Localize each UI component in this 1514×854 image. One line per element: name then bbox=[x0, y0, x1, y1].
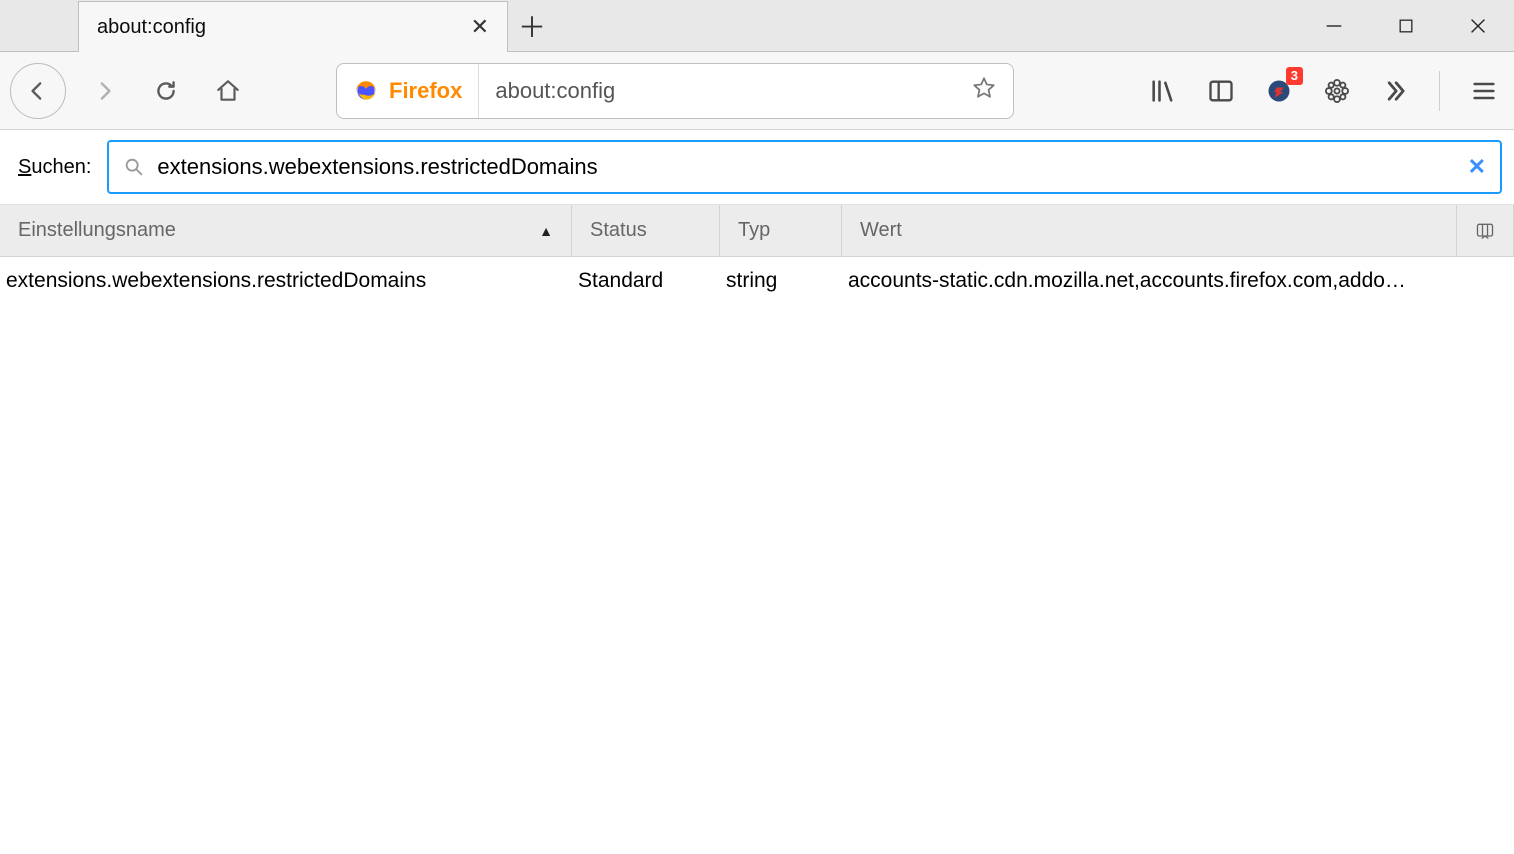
browser-toolbar: Firefox 3 bbox=[0, 52, 1514, 130]
toolbar-separator bbox=[1439, 71, 1440, 111]
identity-label: Firefox bbox=[389, 78, 462, 104]
search-label: Suchen: bbox=[18, 156, 91, 179]
col-header-value[interactable]: Wert bbox=[842, 205, 1456, 256]
tab-spacer bbox=[0, 0, 78, 51]
overflow-icon[interactable] bbox=[1375, 71, 1415, 111]
tab-title: about:config bbox=[97, 16, 459, 39]
sidebar-icon[interactable] bbox=[1201, 71, 1241, 111]
column-picker-icon[interactable] bbox=[1456, 205, 1514, 256]
config-search-input[interactable] bbox=[157, 154, 1455, 180]
config-searchbox[interactable]: ✕ bbox=[107, 140, 1502, 194]
new-tab-button[interactable]: ＋ bbox=[508, 0, 556, 51]
url-input[interactable] bbox=[479, 78, 955, 104]
identity-box[interactable]: Firefox bbox=[337, 64, 479, 118]
tab-strip: about:config ✕ ＋ bbox=[0, 0, 1514, 52]
window-minimize-button[interactable] bbox=[1298, 0, 1370, 52]
col-header-type[interactable]: Typ bbox=[720, 205, 842, 256]
browser-tab-active[interactable]: about:config ✕ bbox=[78, 1, 508, 52]
library-icon[interactable] bbox=[1143, 71, 1183, 111]
hamburger-menu-icon[interactable] bbox=[1464, 71, 1504, 111]
config-pref-status: Standard bbox=[572, 269, 720, 293]
bookmark-star-icon[interactable] bbox=[955, 75, 1013, 106]
extension-noscript-icon[interactable]: 3 bbox=[1259, 71, 1299, 111]
toolbar-right: 3 bbox=[1143, 71, 1504, 111]
sort-asc-icon: ▲ bbox=[539, 223, 553, 239]
reload-button[interactable] bbox=[142, 67, 190, 115]
firefox-icon bbox=[353, 78, 379, 104]
extension-flower-icon[interactable] bbox=[1317, 71, 1357, 111]
extension-badge: 3 bbox=[1286, 67, 1303, 85]
col-header-name[interactable]: Einstellungsname ▲ bbox=[0, 205, 572, 256]
config-table-header: Einstellungsname ▲ Status Typ Wert bbox=[0, 205, 1514, 257]
home-button[interactable] bbox=[204, 67, 252, 115]
url-bar[interactable]: Firefox bbox=[336, 63, 1014, 119]
config-table: Einstellungsname ▲ Status Typ Wert exten… bbox=[0, 205, 1514, 305]
config-pref-type: string bbox=[720, 269, 842, 293]
col-header-status[interactable]: Status bbox=[572, 205, 720, 256]
config-row[interactable]: extensions.webextensions.restrictedDomai… bbox=[0, 257, 1514, 305]
config-pref-name: extensions.webextensions.restrictedDomai… bbox=[0, 269, 572, 293]
window-close-button[interactable] bbox=[1442, 0, 1514, 52]
window-maximize-button[interactable] bbox=[1370, 0, 1442, 52]
config-pref-value: accounts-static.cdn.mozilla.net,accounts… bbox=[842, 269, 1514, 293]
clear-search-icon[interactable]: ✕ bbox=[1468, 154, 1486, 180]
forward-button bbox=[80, 67, 128, 115]
window-controls bbox=[1298, 0, 1514, 51]
search-icon bbox=[123, 156, 145, 178]
close-tab-icon[interactable]: ✕ bbox=[471, 14, 489, 40]
back-button[interactable] bbox=[10, 63, 66, 119]
config-search-row: Suchen: ✕ bbox=[0, 130, 1514, 205]
